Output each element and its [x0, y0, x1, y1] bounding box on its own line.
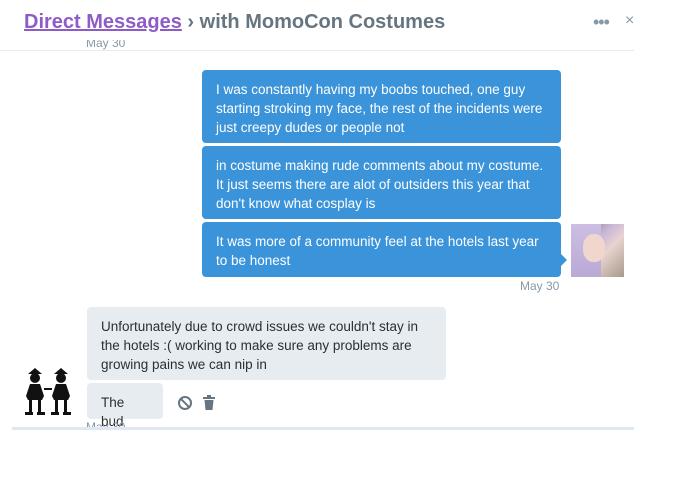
close-icon[interactable]: × [625, 12, 634, 30]
block-icon[interactable] [177, 395, 193, 416]
direct-messages-link[interactable]: Direct Messages [24, 11, 182, 33]
user-avatar[interactable] [571, 224, 624, 277]
received-message[interactable]: Unfortunately due to crowd issues we cou… [87, 307, 446, 380]
conversation-title: › with MomoCon Costumes [181, 11, 446, 33]
page-title: Direct Messages › with MomoCon Costumes [24, 11, 445, 34]
avatar-face [583, 234, 605, 262]
sent-message[interactable]: It was more of a community feel at the h… [202, 222, 561, 277]
trash-icon[interactable] [203, 395, 215, 415]
message-date-top: May 30 [86, 40, 126, 50]
sent-date: May 30 [520, 279, 560, 293]
received-message[interactable]: The bud [87, 383, 163, 429]
sent-message[interactable]: in costume making rude comments about my… [202, 146, 561, 219]
received-date: May 30 [86, 421, 125, 427]
sender-avatar-image [25, 368, 71, 415]
more-icon[interactable]: ••• [593, 12, 610, 33]
bubble-tail [561, 254, 567, 266]
divider [12, 427, 634, 430]
sender-avatar[interactable] [22, 366, 76, 420]
sent-message[interactable]: I was constantly having my boobs touched… [202, 70, 561, 143]
